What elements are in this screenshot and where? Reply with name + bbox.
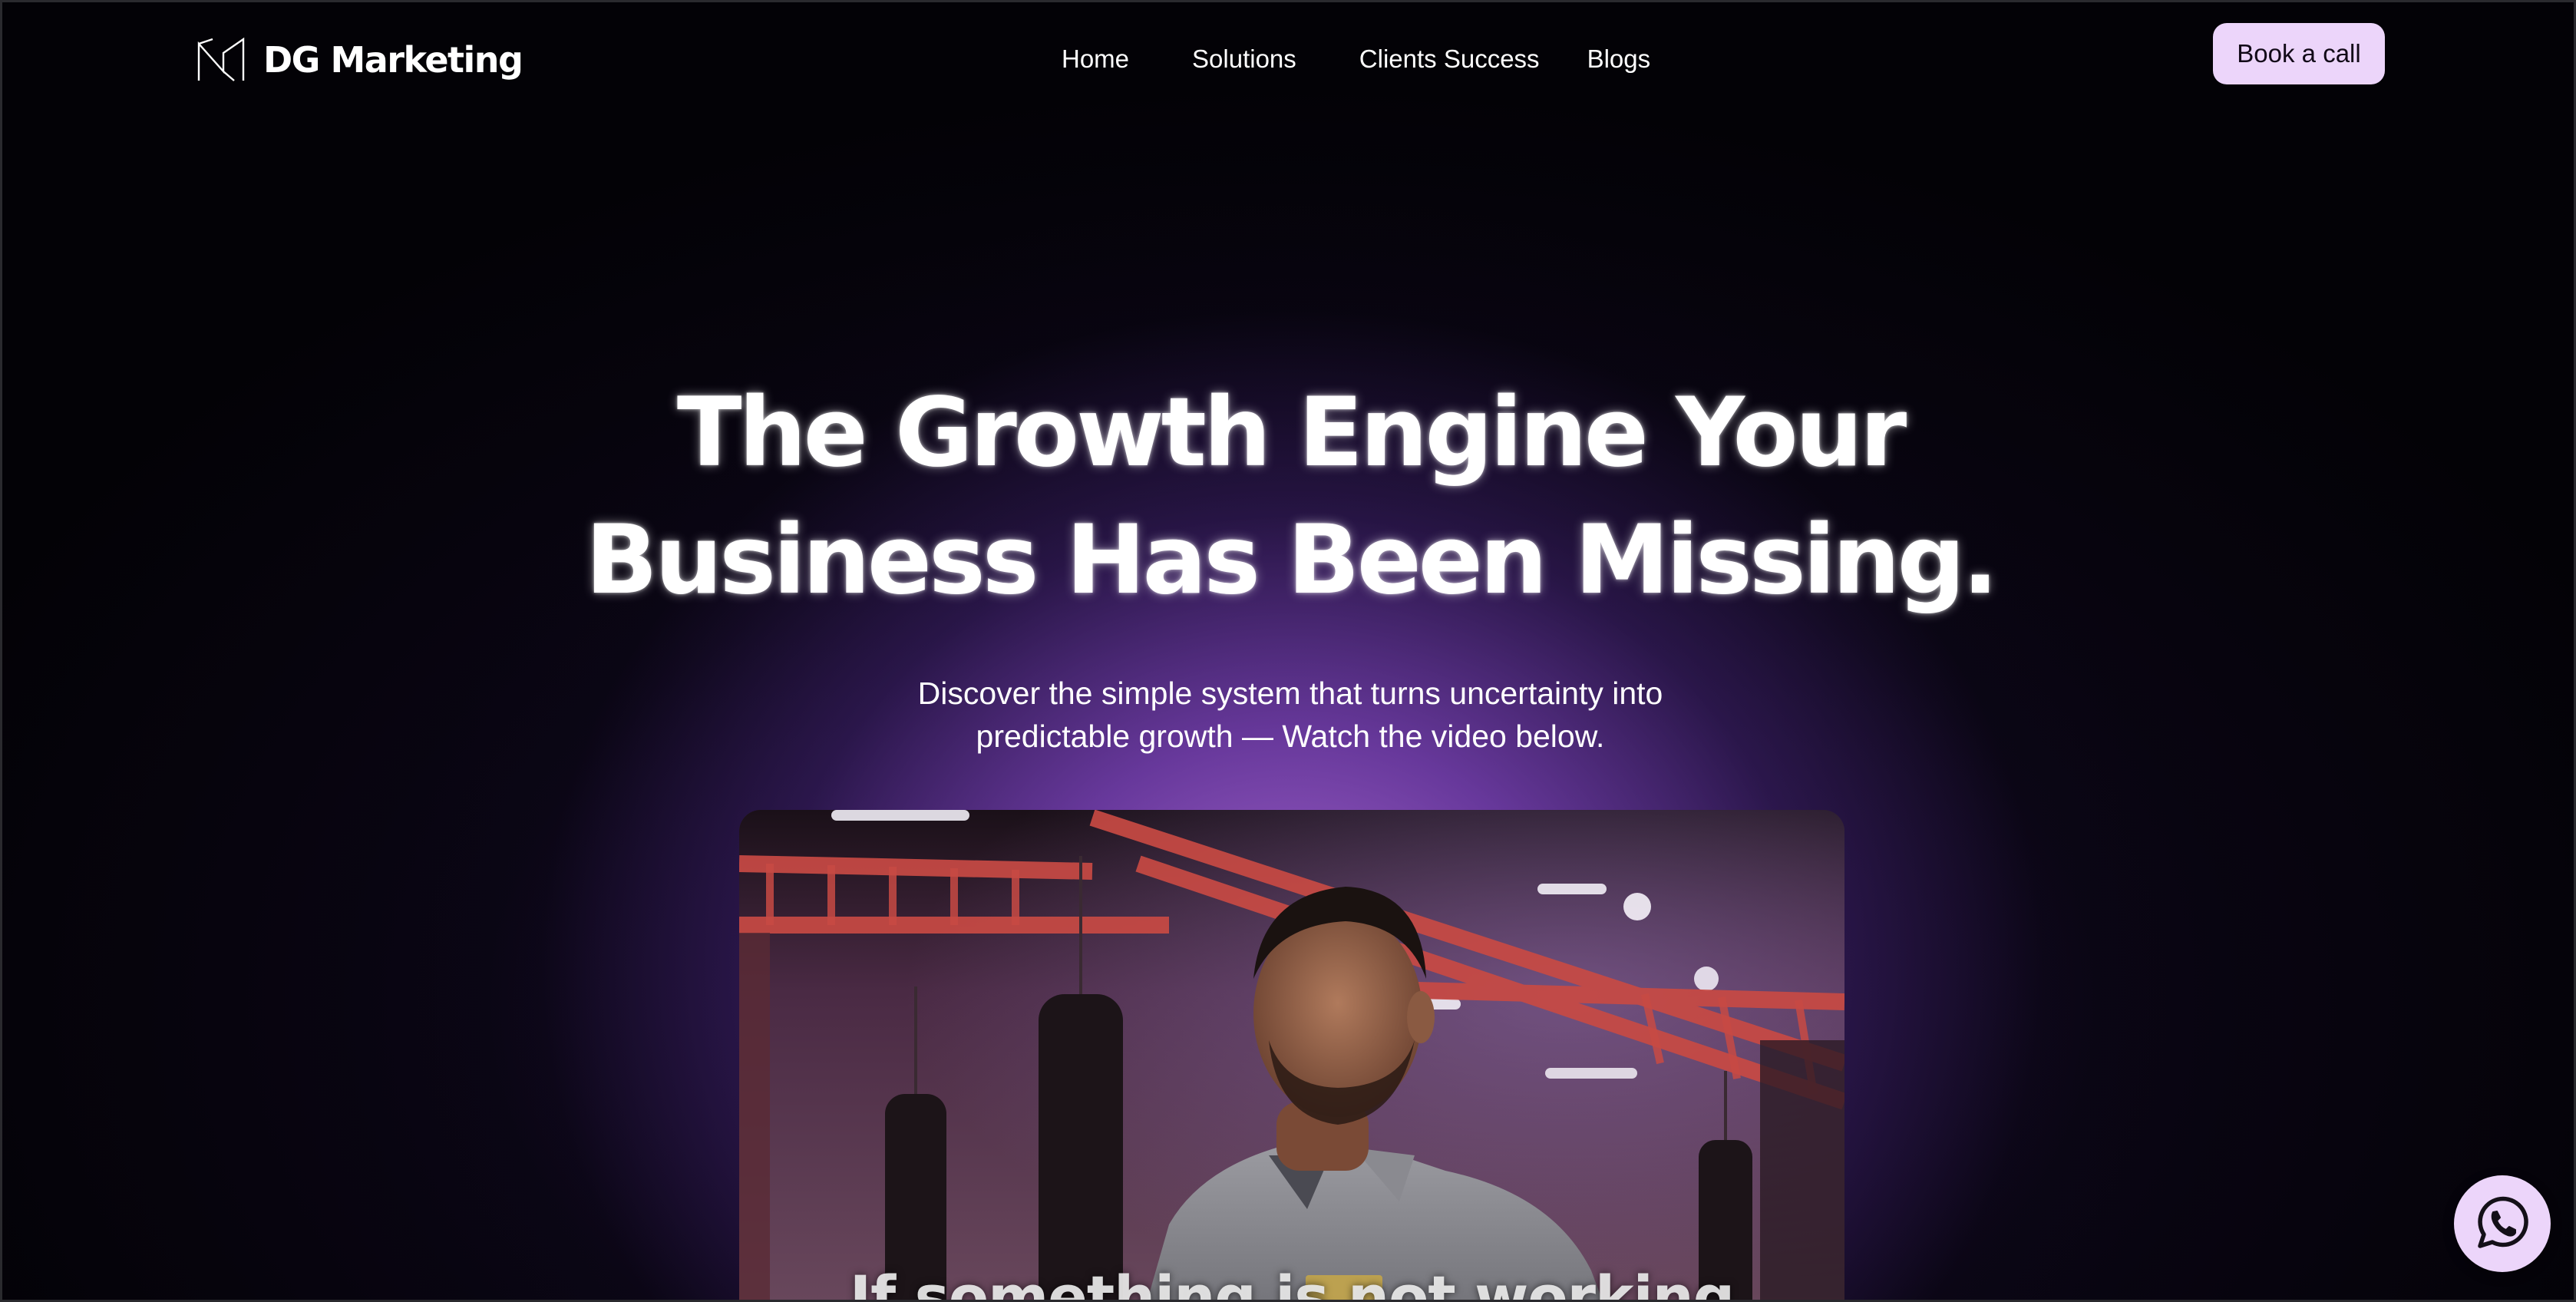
- top-navigation: DG Marketing Home Solutions Clients Succ…: [2, 2, 2574, 117]
- whatsapp-chat-button[interactable]: [2454, 1175, 2551, 1272]
- book-a-call-button[interactable]: Book a call: [2213, 23, 2385, 84]
- m-monogram-icon: [197, 37, 245, 81]
- whatsapp-icon: [2478, 1196, 2528, 1248]
- landing-page: DG Marketing Home Solutions Clients Succ…: [0, 0, 2576, 1302]
- video-caption: If something is not working: [849, 1263, 1735, 1302]
- brand-home-link[interactable]: DG Marketing: [196, 33, 523, 87]
- hero-video-player[interactable]: If something is not working: [739, 810, 1844, 1302]
- hero-subtitle-line-2: predictable growth — Watch the video bel…: [976, 719, 1605, 754]
- hero-subtitle-line-1: Discover the simple system that turns un…: [917, 676, 1663, 711]
- video-frame: [739, 810, 1844, 1300]
- brand-name: DG Marketing: [263, 39, 523, 81]
- hero-title-line-2: Business Has Been Missing.: [585, 505, 1998, 616]
- nav-link-clients-success[interactable]: Clients Success: [1359, 45, 1540, 74]
- nav-link-solutions[interactable]: Solutions: [1192, 45, 1296, 74]
- hero-title-line-1: The Growth Engine Your: [676, 378, 1907, 488]
- nav-link-home[interactable]: Home: [1062, 45, 1129, 74]
- hero-subtitle: Discover the simple system that turns un…: [2, 672, 2574, 758]
- hero-title: The Growth Engine Your Business Has Been…: [2, 369, 2574, 624]
- nav-link-blogs[interactable]: Blogs: [1587, 45, 1651, 74]
- main-menu: Home Solutions Clients Success Blogs: [1062, 41, 1650, 78]
